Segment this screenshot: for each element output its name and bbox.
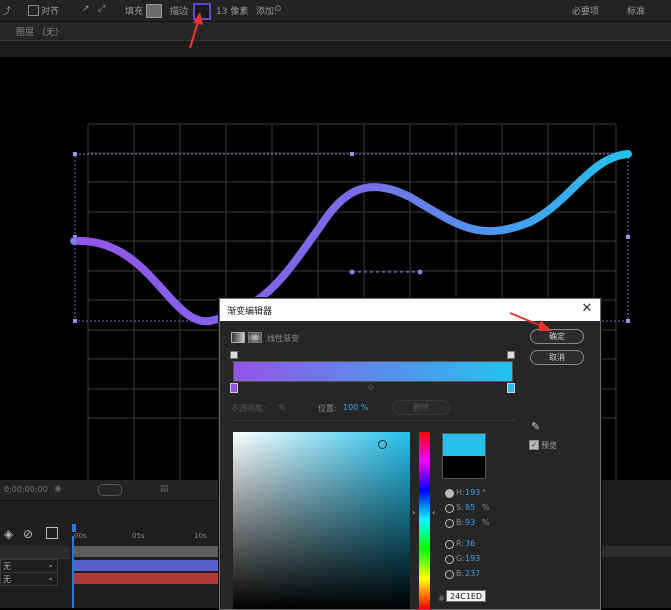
divider	[231, 420, 516, 421]
midpoint-diamond[interactable]: ◇	[368, 383, 373, 391]
layer-bar-0-right	[599, 546, 671, 557]
layer-1-mode-select[interactable]: 无 ⌄	[0, 559, 58, 573]
graph-icon[interactable]: ▤	[160, 484, 169, 494]
cancel-button[interactable]: 取消	[530, 350, 584, 365]
rgb-key-2: B:	[456, 569, 465, 578]
work-area-start[interactable]	[72, 524, 76, 532]
opacity-stop-right[interactable]	[507, 351, 515, 359]
opacity-stop-left[interactable]	[230, 351, 238, 359]
rgb-key-1: G:	[456, 554, 465, 563]
time-ruler-right	[599, 524, 671, 542]
timeline-header: 0;00;00;00 ◉ ▤	[0, 480, 219, 501]
layer-bar-1[interactable]	[74, 560, 219, 571]
hsb-radio-0[interactable]	[445, 489, 454, 498]
hsb-radio-1[interactable]	[445, 504, 454, 513]
hex-input[interactable]: 24C1ED	[446, 590, 486, 602]
opacity-value: %	[278, 403, 286, 412]
expand-tool-icon[interactable]: ⤢	[98, 4, 105, 14]
layer-2-mode: 无	[3, 575, 11, 584]
opacity-label: 不透明度:	[231, 404, 266, 413]
chevron-down-icon: ⌄	[47, 573, 54, 582]
old-color-swatch[interactable]	[442, 456, 486, 479]
preview-checkbox[interactable]: ✓	[529, 440, 539, 450]
arrow-tool-icon[interactable]: ↗	[82, 4, 90, 14]
rgb-value-1[interactable]: 193	[465, 554, 480, 563]
hsb-radio-2[interactable]	[445, 519, 454, 528]
red-arrow-annotation	[509, 312, 552, 331]
add-circle-icon[interactable]: ⊙	[274, 4, 282, 14]
position-label: 位置:	[318, 404, 337, 413]
fill-label: 填充	[125, 7, 144, 17]
hsb-value-0[interactable]: 193	[465, 488, 480, 497]
motion-blur-icon[interactable]	[46, 527, 58, 539]
gradient-preview-bar[interactable]	[233, 361, 513, 382]
layer-bar-0[interactable]	[74, 546, 219, 557]
tick-2: 10s	[194, 532, 207, 540]
layer-2-mode-select[interactable]: 无 ⌄	[0, 572, 58, 586]
hue-slider-right-arrow[interactable]: ‹	[432, 508, 435, 517]
layers-icon[interactable]: ◈	[4, 527, 13, 541]
rgb-value-0[interactable]: 36	[465, 539, 475, 548]
timeline-panel: 0;00;00;00 ◉ ▤ ◈ ⊘ 00s 05s 10s 无 ⌄ 无 ⌄	[0, 480, 219, 608]
delete-stop-button[interactable]: 删除	[392, 400, 450, 415]
time-ruler[interactable]: 00s 05s 10s	[70, 524, 219, 542]
wave-stroke-path	[70, 150, 632, 326]
current-time[interactable]: 0;00;00;00	[4, 485, 48, 494]
tick-1: 05s	[132, 532, 145, 540]
hsb-key-2: B:	[456, 518, 465, 527]
hsb-unit-0: °	[482, 488, 486, 497]
render-toggle[interactable]	[98, 484, 122, 496]
layer-1-mode: 无	[3, 562, 11, 571]
radial-gradient-icon[interactable]	[248, 332, 262, 343]
gradient-editor-dialog: 渐变编辑器 ✕ 线性渐变 确定 取消 ◇ 不透明度: % 位置: 100 % 删…	[219, 298, 601, 610]
selection-tool-icon[interactable]: ⤴	[2, 4, 11, 17]
align-label: 对齐	[41, 7, 60, 17]
hsb-unit-2: %	[482, 518, 490, 527]
preview-label: 预览	[541, 441, 557, 450]
gradient-type-label: 线性渐变	[267, 334, 299, 343]
bounding-box	[74, 153, 629, 322]
hsb-value-2[interactable]: 93	[465, 518, 475, 527]
linear-gradient-icon[interactable]	[231, 332, 245, 343]
stroke-width-value[interactable]: 13 像素	[216, 4, 248, 17]
timeline-panel-right	[599, 480, 671, 608]
rgb-radio-1[interactable]	[445, 555, 454, 564]
rgb-radio-0[interactable]	[445, 540, 454, 549]
hex-prefix: #	[438, 594, 445, 603]
link-icon[interactable]: ⊘	[23, 527, 33, 541]
hue-slider[interactable]	[419, 432, 430, 609]
hue-slider-left-arrow[interactable]: ›	[412, 508, 415, 517]
camera-icon[interactable]: ◉	[54, 484, 62, 494]
chevron-down-icon: ⌄	[47, 560, 54, 569]
layer-bar-2[interactable]	[74, 573, 219, 584]
hsb-unit-1: %	[482, 503, 490, 512]
align-checkbox[interactable]	[28, 5, 39, 16]
saturation-brightness-field[interactable]	[233, 432, 410, 609]
eyedropper-icon[interactable]: ✎	[531, 420, 540, 433]
new-color-swatch	[442, 433, 486, 456]
hsb-value-1[interactable]: 85	[465, 503, 475, 512]
red-arrow-annotation	[188, 12, 203, 49]
panel-divider	[0, 40, 671, 58]
dialog-title: 渐变编辑器	[227, 307, 273, 317]
color-picker-cursor[interactable]	[378, 440, 387, 449]
position-value[interactable]: 100 %	[343, 403, 368, 412]
hsb-key-0: H:	[456, 488, 465, 497]
rgb-key-0: R:	[456, 539, 465, 548]
close-icon[interactable]: ✕	[580, 302, 594, 316]
rgb-radio-2[interactable]	[445, 570, 454, 579]
workspace-standard[interactable]: 标准	[627, 4, 645, 17]
color-stop-right[interactable]	[507, 383, 515, 393]
panel-header: 图层 （无）	[0, 22, 671, 40]
layer-label: 图层 （无）	[16, 28, 64, 38]
workspace-essentials[interactable]: 必要项	[572, 4, 599, 17]
color-stop-left[interactable]	[230, 383, 238, 393]
hsb-key-1: S:	[456, 503, 464, 512]
top-toolbar: ⤴ 对齐 ↗ ⤢ 填充 描边 13 像素 添加: ⊙ 必要项 标准	[0, 0, 671, 22]
tick-0: 00s	[74, 532, 87, 540]
fill-swatch[interactable]	[146, 4, 162, 18]
layer-row-header	[0, 546, 70, 559]
rgb-value-2[interactable]: 237	[465, 569, 480, 578]
